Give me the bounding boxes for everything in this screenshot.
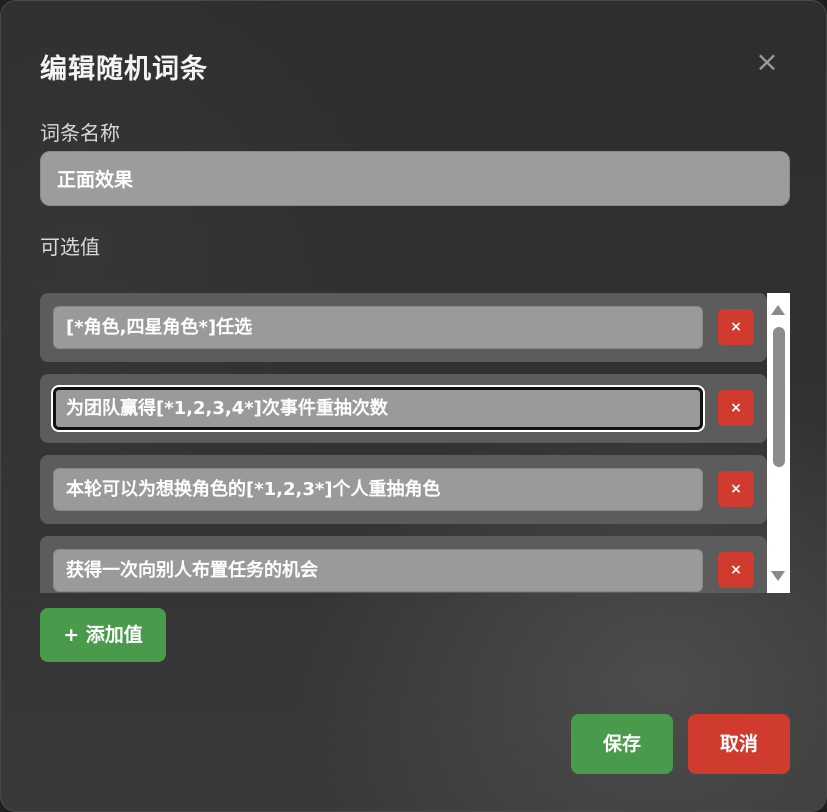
value-row: [*角色,四星角色*]任选 × [40,293,767,362]
value-input[interactable]: 为团队赢得[*1,2,3,4*]次事件重抽次数 [53,387,703,430]
scroll-up-arrow-icon[interactable] [771,305,785,315]
entry-name-input[interactable] [40,151,790,206]
add-value-button[interactable]: + 添加值 [40,608,166,662]
entry-name-label: 词条名称 [40,121,120,145]
value-row: 本轮可以为想换角色的[*1,2,3*]个人重抽角色 × [40,455,767,524]
value-input[interactable]: [*角色,四星角色*]任选 [53,306,703,349]
dialog-title: 编辑随机词条 [40,54,208,85]
remove-value-button[interactable]: × [718,309,754,345]
value-input[interactable]: 获得一次向别人布置任务的机会 [53,549,703,592]
remove-value-button[interactable]: × [718,552,754,588]
value-row: 为团队赢得[*1,2,3,4*]次事件重抽次数 × [40,374,767,443]
value-row: 获得一次向别人布置任务的机会 × [40,536,767,593]
scrollbar-thumb[interactable] [773,327,785,467]
values-label: 可选值 [40,235,100,259]
remove-value-button[interactable]: × [718,390,754,426]
cancel-button[interactable]: 取消 [688,714,790,774]
values-scrollbar[interactable] [767,293,790,593]
value-input[interactable]: 本轮可以为想换角色的[*1,2,3*]个人重抽角色 [53,468,703,511]
close-icon[interactable]: × [754,48,780,76]
scroll-down-arrow-icon[interactable] [771,571,785,581]
edit-random-entry-dialog: 编辑随机词条 × 词条名称 可选值 [*角色,四星角色*]任选 × 为团队赢得[… [0,0,827,812]
save-button[interactable]: 保存 [571,714,673,774]
remove-value-button[interactable]: × [718,471,754,507]
values-list[interactable]: [*角色,四星角色*]任选 × 为团队赢得[*1,2,3,4*]次事件重抽次数 … [40,293,768,593]
